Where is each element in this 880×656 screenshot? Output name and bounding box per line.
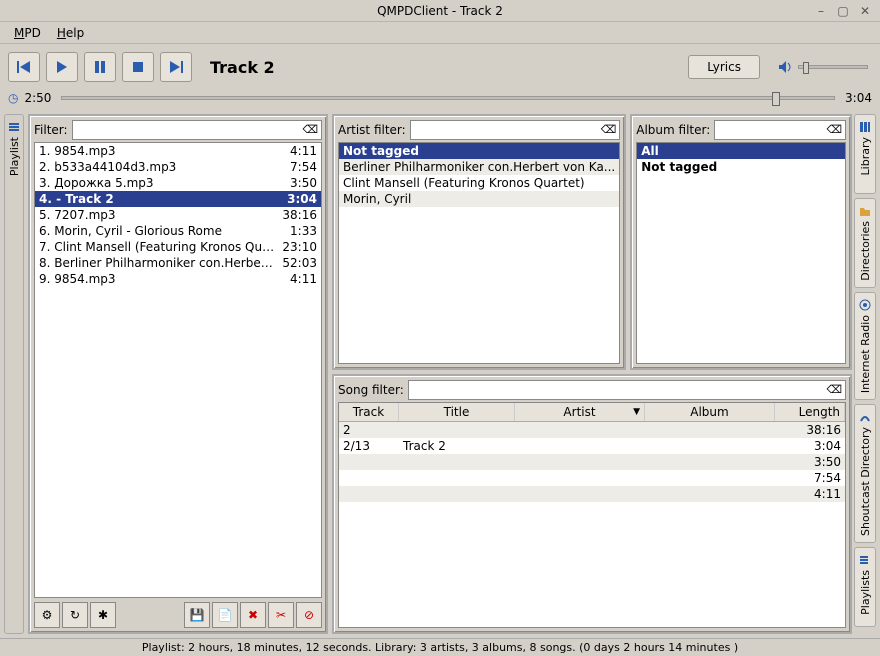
playlist-row[interactable]: 5. 7207.mp338:16: [35, 207, 321, 223]
song-row[interactable]: 238:16: [339, 422, 845, 438]
playlist-tab[interactable]: Playlist: [4, 114, 24, 634]
song-row[interactable]: 2/13Track 23:04: [339, 438, 845, 454]
menu-help[interactable]: Help: [51, 24, 90, 42]
info-button[interactable]: 📄: [212, 602, 238, 628]
volume-icon: [778, 60, 794, 74]
artist-row[interactable]: Morin, Cyril: [339, 191, 619, 207]
tab-shoutcast[interactable]: Shoutcast Directory: [854, 404, 876, 543]
window-title: QMPDClient - Track 2: [0, 4, 880, 18]
clear-icon[interactable]: ⌫: [826, 383, 842, 396]
album-header[interactable]: All: [637, 143, 845, 159]
playlist-panel: Filter: ⌫ 1. 9854.mp34:112. b533a44104d3…: [28, 114, 328, 634]
col-length[interactable]: Length: [775, 403, 845, 421]
artist-row[interactable]: Clint Mansell (Featuring Kronos Quartet): [339, 175, 619, 191]
song-filter-input[interactable]: ⌫: [408, 380, 846, 400]
library-icon: [859, 121, 871, 133]
playlist-row[interactable]: 6. Morin, Cyril - Glorious Rome1:33: [35, 223, 321, 239]
volume-control[interactable]: [778, 60, 868, 74]
clear-button[interactable]: ⊘: [296, 602, 322, 628]
radio-icon: [859, 299, 871, 311]
seek-bar-row: ◷ 2:50 3:04: [0, 90, 880, 110]
save-button[interactable]: 💾: [184, 602, 210, 628]
lyrics-button[interactable]: Lyrics: [688, 55, 760, 79]
artist-filter-input[interactable]: ⌫: [410, 120, 621, 140]
album-filter-input[interactable]: ⌫: [714, 120, 846, 140]
window-titlebar: QMPDClient - Track 2 – ▢ ✕: [0, 0, 880, 22]
album-list[interactable]: AllNot tagged: [636, 142, 846, 364]
maximize-icon[interactable]: ▢: [836, 4, 850, 18]
pause-button[interactable]: [84, 52, 116, 82]
col-album[interactable]: Album: [645, 403, 775, 421]
playlist-tab-icon: [8, 121, 20, 133]
settings-button[interactable]: ✱: [90, 602, 116, 628]
playlist-toolbar: ⚙ ↻ ✱ 💾 📄 ✖ ✂ ⊘: [34, 602, 322, 628]
playlist-row[interactable]: 4. - Track 23:04: [35, 191, 321, 207]
artist-list[interactable]: Not taggedBerliner Philharmoniker con.He…: [338, 142, 620, 364]
playlist-filter-input[interactable]: ⌫: [72, 120, 322, 140]
menu-mpd[interactable]: MPD: [8, 24, 47, 42]
song-table[interactable]: Track Title Artist▼ Album Length 238:162…: [338, 402, 846, 628]
prev-button[interactable]: [8, 52, 40, 82]
time-elapsed: 2:50: [24, 91, 51, 105]
refresh-button[interactable]: ↻: [62, 602, 88, 628]
minimize-icon[interactable]: –: [814, 4, 828, 18]
toolbar: Track 2 Lyrics: [0, 44, 880, 90]
song-filter-label: Song filter:: [338, 383, 404, 397]
playlist-row[interactable]: 1. 9854.mp34:11: [35, 143, 321, 159]
playlist-filter-label: Filter:: [34, 123, 68, 137]
time-total: 3:04: [845, 91, 872, 105]
tab-internet-radio[interactable]: Internet Radio: [854, 292, 876, 400]
song-table-header[interactable]: Track Title Artist▼ Album Length: [339, 403, 845, 422]
volume-slider[interactable]: [798, 65, 868, 69]
playlists-icon: [859, 554, 871, 566]
album-panel: Album filter: ⌫ AllNot tagged: [630, 114, 852, 370]
col-title[interactable]: Title: [399, 403, 515, 421]
side-tabs: Library Directories Internet Radio Shout…: [854, 114, 876, 634]
tab-library[interactable]: Library: [854, 114, 876, 194]
clear-icon[interactable]: ⌫: [302, 123, 318, 136]
menubar: MPD Help: [0, 22, 880, 44]
col-track[interactable]: Track: [339, 403, 399, 421]
artist-panel: Artist filter: ⌫ Not taggedBerliner Phil…: [332, 114, 626, 370]
playlist-row[interactable]: 8. Berliner Philharmoniker con.Herbert v…: [35, 255, 321, 271]
next-button[interactable]: [160, 52, 192, 82]
remove-button[interactable]: ✖: [240, 602, 266, 628]
playlist-list[interactable]: 1. 9854.mp34:112. b533a44104d3.mp37:543.…: [34, 142, 322, 598]
server-button[interactable]: ⚙: [34, 602, 60, 628]
col-artist[interactable]: Artist▼: [515, 403, 645, 421]
playlist-row[interactable]: 9. 9854.mp34:11: [35, 271, 321, 287]
album-filter-label: Album filter:: [636, 123, 710, 137]
song-row[interactable]: 4:11: [339, 486, 845, 502]
tab-directories[interactable]: Directories: [854, 198, 876, 288]
artist-filter-label: Artist filter:: [338, 123, 406, 137]
playlist-row[interactable]: 2. b533a44104d3.mp37:54: [35, 159, 321, 175]
album-row[interactable]: Not tagged: [637, 159, 845, 175]
crop-button[interactable]: ✂: [268, 602, 294, 628]
song-row[interactable]: 3:50: [339, 454, 845, 470]
folder-icon: [859, 205, 871, 217]
clear-icon[interactable]: ⌫: [826, 123, 842, 136]
play-button[interactable]: [46, 52, 78, 82]
song-row[interactable]: 7:54: [339, 470, 845, 486]
shoutcast-icon: [859, 411, 871, 423]
artist-header[interactable]: Not tagged: [339, 143, 619, 159]
close-icon[interactable]: ✕: [858, 4, 872, 18]
playlist-row[interactable]: 3. Дорожка 5.mp33:50: [35, 175, 321, 191]
status-bar: Playlist: 2 hours, 18 minutes, 12 second…: [0, 638, 880, 656]
artist-row[interactable]: Berliner Philharmoniker con.Herbert von …: [339, 159, 619, 175]
clock-icon: ◷: [8, 91, 18, 105]
sort-indicator-icon: ▼: [633, 407, 640, 417]
song-panel: Song filter: ⌫ Track Title Artist▼ Album…: [332, 374, 852, 634]
playlist-row[interactable]: 7. Clint Mansell (Featuring Kronos Quart…: [35, 239, 321, 255]
playlist-tab-label: Playlist: [8, 137, 21, 176]
clear-icon[interactable]: ⌫: [601, 123, 617, 136]
seek-slider[interactable]: [61, 96, 835, 100]
tab-playlists[interactable]: Playlists: [854, 547, 876, 627]
stop-button[interactable]: [122, 52, 154, 82]
now-playing-label: Track 2: [210, 58, 275, 77]
